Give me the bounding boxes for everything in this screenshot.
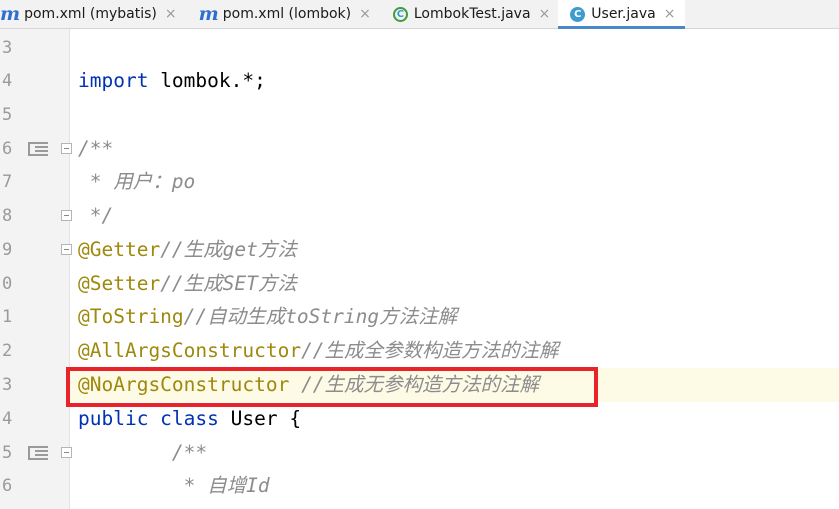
tab-label: pom.xml (mybatis) (24, 6, 157, 22)
code-line: 5 /** (0, 436, 839, 470)
line-number: 6 (2, 476, 13, 496)
line-number: 3 (2, 375, 13, 395)
code-line: 6 /** (0, 132, 839, 166)
fold-collapse-icon[interactable] (61, 447, 72, 458)
code-comment: //自动生成toString方法注解 (183, 305, 458, 328)
tab-user-java[interactable]: C User.java × (558, 0, 686, 29)
line-number: 4 (2, 409, 13, 429)
keyword-import: import (78, 69, 149, 92)
line-number: 5 (2, 105, 13, 125)
line-number: 3 (2, 38, 13, 58)
code-text[interactable]: public class User { (78, 402, 301, 436)
code-line: 5 (0, 98, 839, 132)
maven-icon: m (198, 2, 219, 25)
code-line: 0 @Setter//生成SET方法 (0, 267, 839, 301)
code-line: 7 * 用户：po (0, 165, 839, 199)
java-class-icon: C (570, 6, 586, 22)
code-comment: //生成全参数构造方法的注解 (301, 339, 559, 362)
line-number: 5 (2, 443, 13, 463)
close-icon[interactable]: × (359, 6, 371, 22)
code-comment: /** (78, 137, 114, 160)
maven-icon: m (0, 2, 21, 25)
code-text[interactable]: @Getter//生成get方法 (78, 233, 297, 267)
highlight-annotation-box (66, 367, 598, 407)
tab-label: LombokTest.java (413, 6, 531, 22)
tab-label: pom.xml (lombok) (222, 6, 352, 22)
annotation-tostring: @ToString (78, 305, 184, 328)
fold-end-icon[interactable] (61, 210, 72, 221)
code-line: 2 @AllArgsConstructor//生成全参数构造方法的注解 (0, 334, 839, 368)
line-number: 6 (2, 139, 13, 159)
code-comment: * 用户：po (78, 170, 196, 193)
line-number: 0 (2, 274, 13, 294)
line-number: 1 (2, 307, 13, 327)
code-line: 9 @Getter//生成get方法 (0, 233, 839, 267)
javadoc-render-icon[interactable] (28, 446, 48, 460)
code-text[interactable]: @AllArgsConstructor//生成全参数构造方法的注解 (78, 334, 559, 368)
code-comment: * 自增Id (78, 474, 270, 497)
fold-collapse-icon[interactable] (61, 143, 72, 154)
close-icon[interactable]: × (165, 6, 177, 22)
code-line: 8 */ (0, 199, 839, 233)
annotation-allargsconstructor: @AllArgsConstructor (78, 339, 302, 362)
java-class-icon: C (392, 6, 408, 22)
line-number: 7 (2, 172, 13, 192)
line-number: 8 (2, 206, 13, 226)
keyword-public-class: public class (78, 407, 219, 430)
line-number: 2 (2, 341, 13, 361)
code-comment: */ (78, 204, 114, 227)
code-text[interactable]: @ToString//自动生成toString方法注解 (78, 300, 457, 334)
annotation-getter: @Getter (78, 238, 161, 261)
code-comment: //生成SET方法 (160, 272, 297, 295)
code-plain: User { (218, 407, 302, 430)
code-line: 4 import lombok.*; (0, 64, 839, 98)
code-plain: lombok.*; (148, 69, 266, 92)
tab-label: User.java (591, 6, 656, 22)
fold-collapse-icon[interactable] (61, 244, 72, 255)
tab-lomboktest-java[interactable]: C LombokTest.java × (379, 0, 558, 28)
close-icon[interactable]: × (664, 6, 676, 22)
editor-tab-bar: m pom.xml (mybatis) × m pom.xml (lombok)… (0, 0, 839, 29)
code-line: 3 (0, 31, 839, 65)
code-comment: //生成get方法 (160, 238, 297, 261)
code-text[interactable]: import lombok.*; (78, 64, 266, 98)
code-line: 4 public class User { (0, 402, 839, 436)
code-text[interactable]: @Setter//生成SET方法 (78, 267, 297, 301)
close-icon[interactable]: × (539, 6, 551, 22)
tab-pom-mybatis[interactable]: m pom.xml (mybatis) × (0, 0, 185, 28)
code-line: 1 @ToString//自动生成toString方法注解 (0, 300, 839, 334)
tab-pom-lombok[interactable]: m pom.xml (lombok) × (185, 0, 379, 28)
javadoc-render-icon[interactable] (28, 142, 48, 156)
annotation-setter: @Setter (78, 272, 161, 295)
line-number: 4 (2, 71, 13, 91)
line-number: 9 (2, 240, 13, 260)
code-comment: /** (78, 441, 208, 464)
code-line: 6 * 自增Id (0, 469, 839, 503)
